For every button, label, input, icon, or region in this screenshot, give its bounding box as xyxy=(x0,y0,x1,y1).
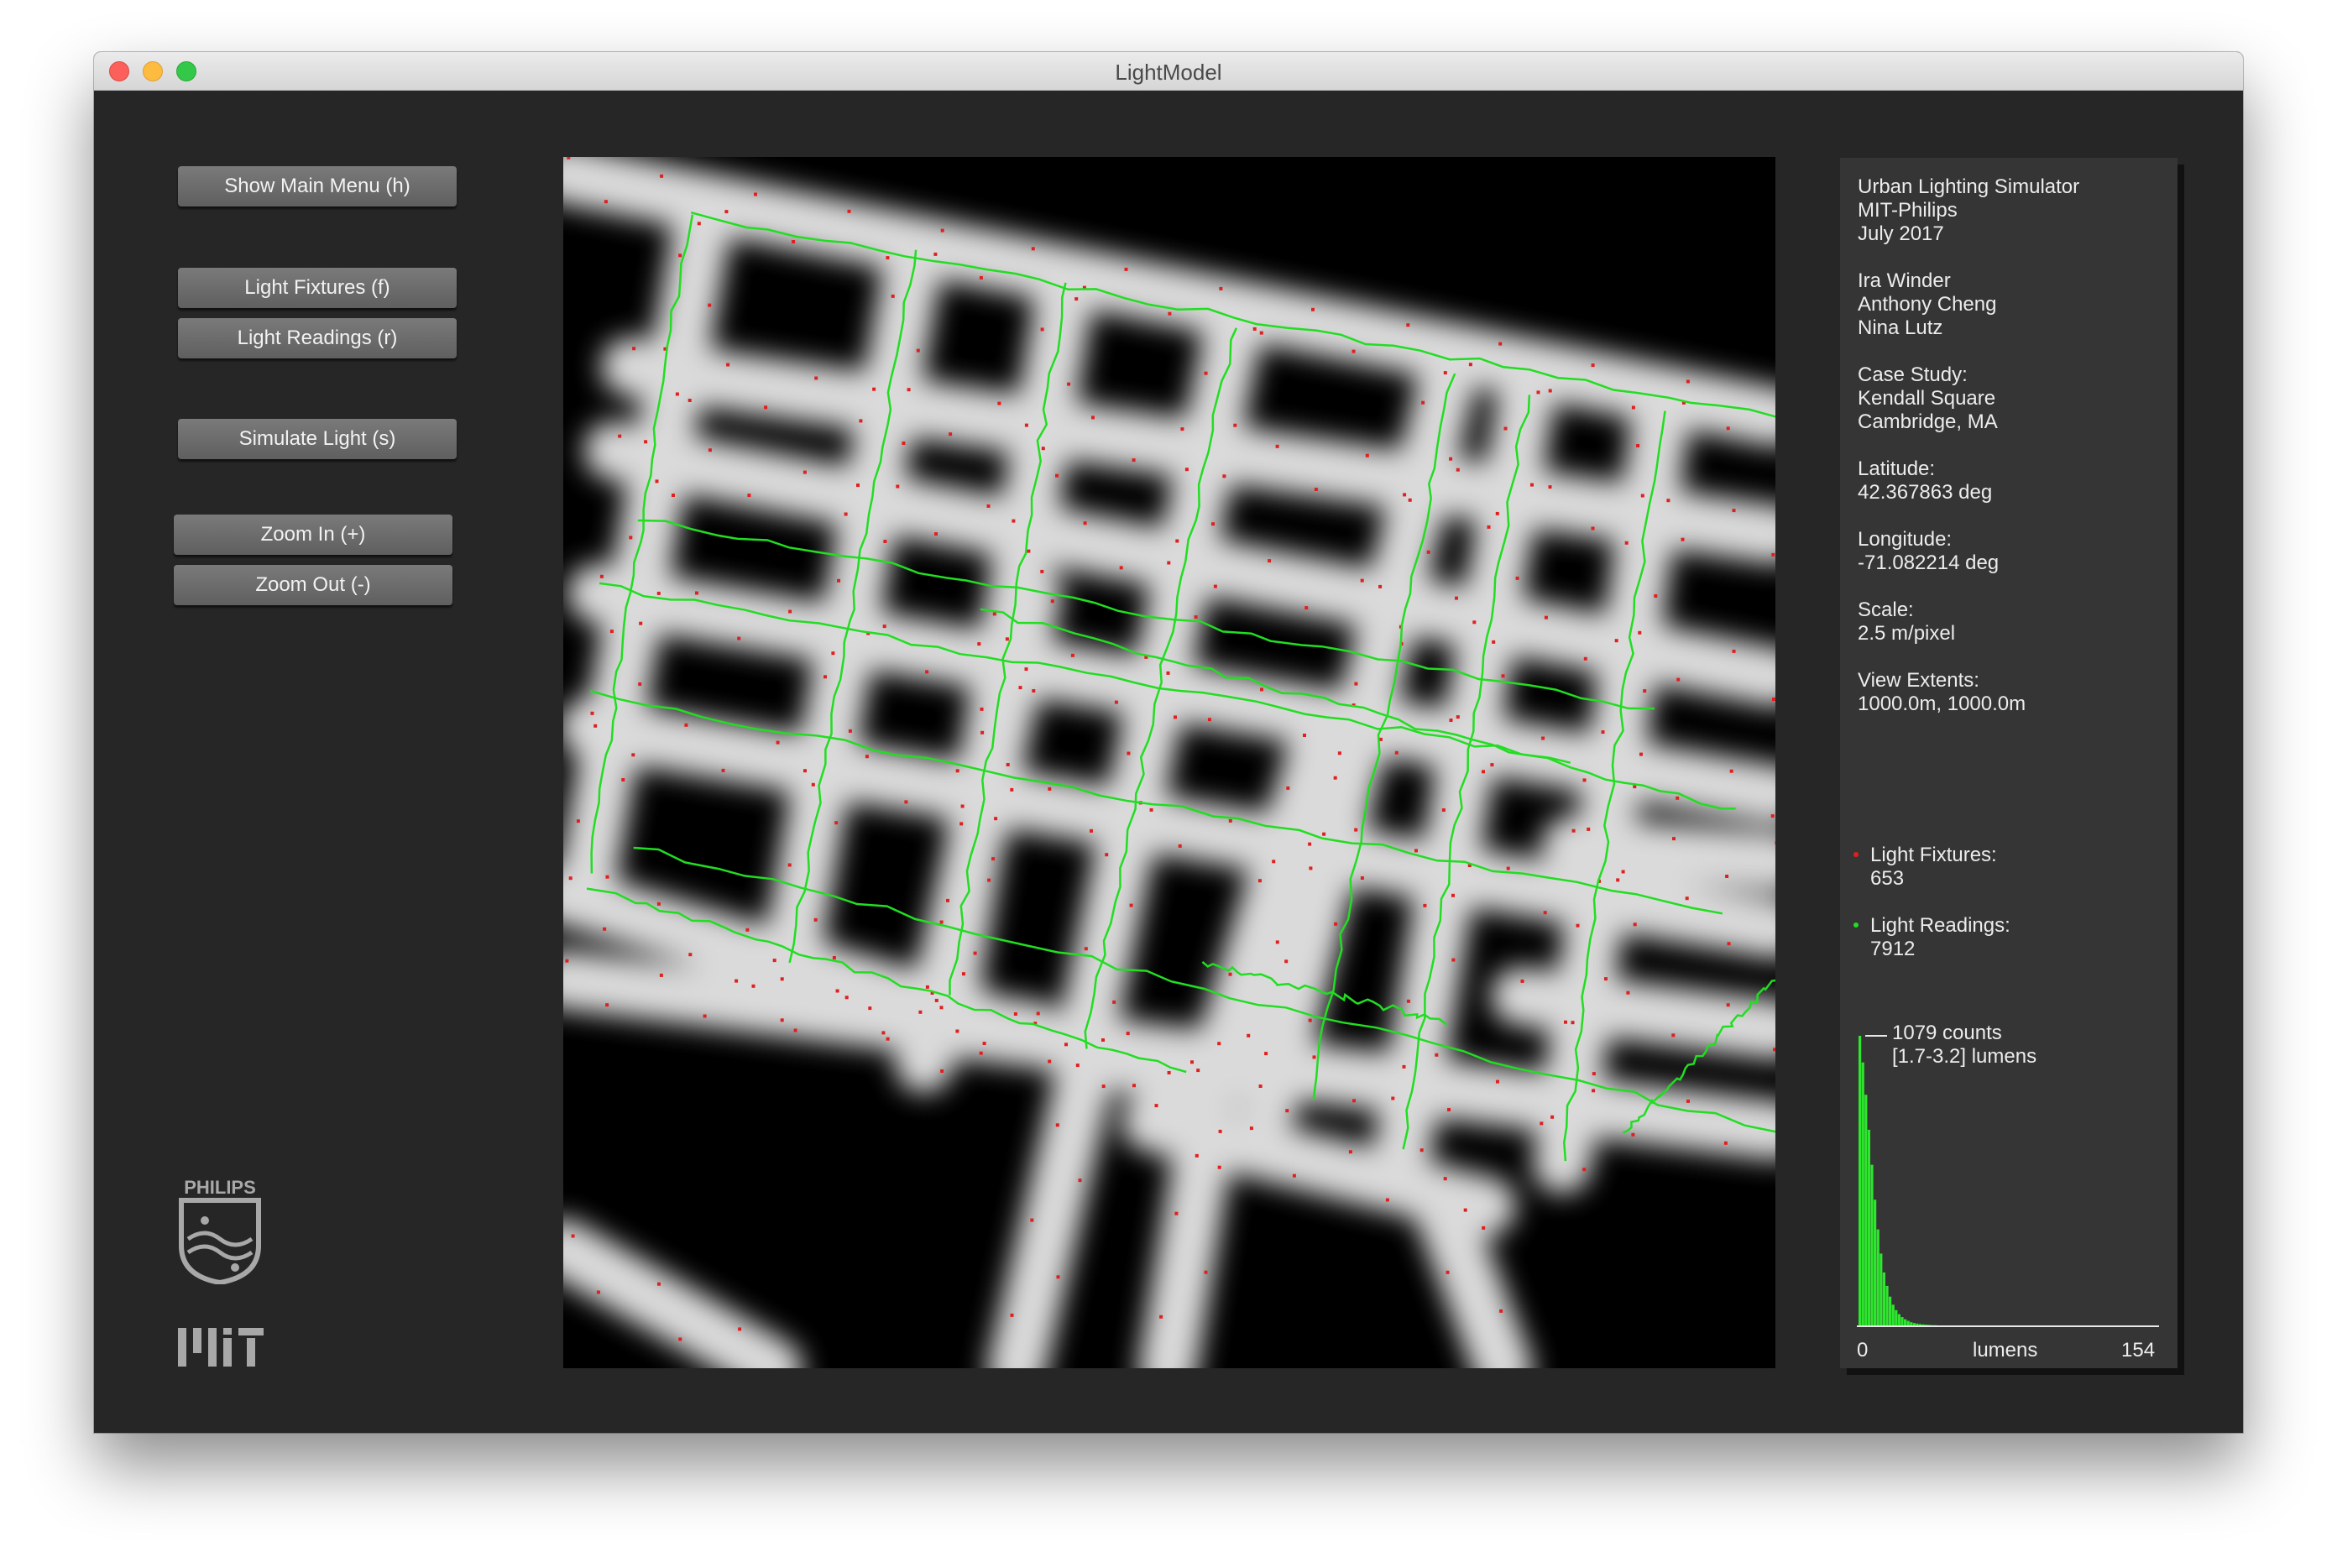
organization-text: MIT-Philips xyxy=(1858,199,1958,222)
histogram-bar xyxy=(1889,1296,1892,1326)
histogram-bar xyxy=(1867,1129,1870,1326)
case-study-name: Kendall Square xyxy=(1858,387,1996,410)
histogram-bar xyxy=(1895,1309,1898,1326)
author-name: Nina Lutz xyxy=(1858,316,1943,339)
longitude-label: Longitude: xyxy=(1858,528,1953,551)
lumens-histogram xyxy=(1857,1027,2164,1330)
readings-count: 7912 xyxy=(1870,938,1916,960)
light-readings-button[interactable]: Light Readings (r) xyxy=(178,318,457,358)
histogram-bar xyxy=(1876,1229,1880,1326)
histogram-bar xyxy=(1864,1095,1868,1326)
window-title: LightModel xyxy=(1115,60,1222,85)
philips-logo: PHILIPS xyxy=(176,1173,264,1288)
author-name: Ira Winder xyxy=(1858,269,1951,292)
fixtures-count: 653 xyxy=(1870,867,1905,890)
lighting-map-view[interactable] xyxy=(563,157,1775,1368)
show-main-menu-button[interactable]: Show Main Menu (h) xyxy=(178,166,457,206)
latitude-value: 42.367863 deg xyxy=(1858,481,1993,504)
date-text: July 2017 xyxy=(1858,222,1944,245)
histogram-bar xyxy=(1904,1319,1907,1326)
histogram-x-max: 154 xyxy=(2121,1339,2156,1362)
histogram-bar xyxy=(1900,1317,1904,1326)
histogram-bar xyxy=(1885,1285,1889,1326)
latitude-label: Latitude: xyxy=(1858,457,1936,480)
view-extents-value: 1000.0m, 1000.0m xyxy=(1858,693,2026,715)
svg-text:PHILIPS: PHILIPS xyxy=(184,1177,256,1198)
histogram-x-min: 0 xyxy=(1857,1339,1869,1362)
title-bar: LightModel xyxy=(94,52,2243,91)
info-panel: Urban Lighting Simulator MIT-Philips Jul… xyxy=(1840,158,2178,1368)
case-study-place: Cambridge, MA xyxy=(1858,410,1998,433)
app-content: Show Main Menu (h) Light Fixtures (f) Li… xyxy=(94,91,2243,1433)
scale-value: 2.5 m/pixel xyxy=(1858,622,1956,645)
view-extents-label: View Extents: xyxy=(1858,669,1979,692)
histogram-bar xyxy=(1880,1253,1883,1326)
mit-logo xyxy=(178,1323,265,1374)
zoom-in-button[interactable]: Zoom In (+) xyxy=(174,515,452,555)
histogram-bar xyxy=(1859,1036,1862,1326)
histogram-bar xyxy=(1861,1062,1864,1326)
readings-label: Light Readings: xyxy=(1870,914,2010,937)
app-window: LightModel Show Main Menu (h) Light Fixt… xyxy=(94,52,2243,1433)
histogram-peak-label: 1079 counts xyxy=(1892,1022,2002,1044)
simulate-light-button[interactable]: Simulate Light (s) xyxy=(178,419,457,459)
reading-legend-dot xyxy=(1853,923,1859,928)
scale-label: Scale: xyxy=(1858,598,1914,621)
histogram-bar xyxy=(1874,1200,1877,1326)
histogram-bar xyxy=(1897,1314,1900,1326)
author-name: Anthony Cheng xyxy=(1858,293,1997,316)
fixtures-label: Light Fixtures: xyxy=(1870,844,1997,866)
zoom-out-button[interactable]: Zoom Out (-) xyxy=(174,565,452,605)
app-title-text: Urban Lighting Simulator xyxy=(1858,175,2080,198)
histogram-bar xyxy=(1891,1304,1895,1326)
histogram-x-label: lumens xyxy=(1973,1339,2038,1362)
case-study-label: Case Study: xyxy=(1858,363,1968,386)
light-fixtures-button[interactable]: Light Fixtures (f) xyxy=(178,268,457,308)
longitude-value: -71.082214 deg xyxy=(1858,551,2000,574)
histogram-bar xyxy=(1882,1272,1885,1326)
histogram-range-label: [1.7-3.2] lumens xyxy=(1892,1045,2037,1068)
histogram-bar xyxy=(1870,1164,1874,1326)
fixture-legend-dot xyxy=(1853,852,1859,857)
